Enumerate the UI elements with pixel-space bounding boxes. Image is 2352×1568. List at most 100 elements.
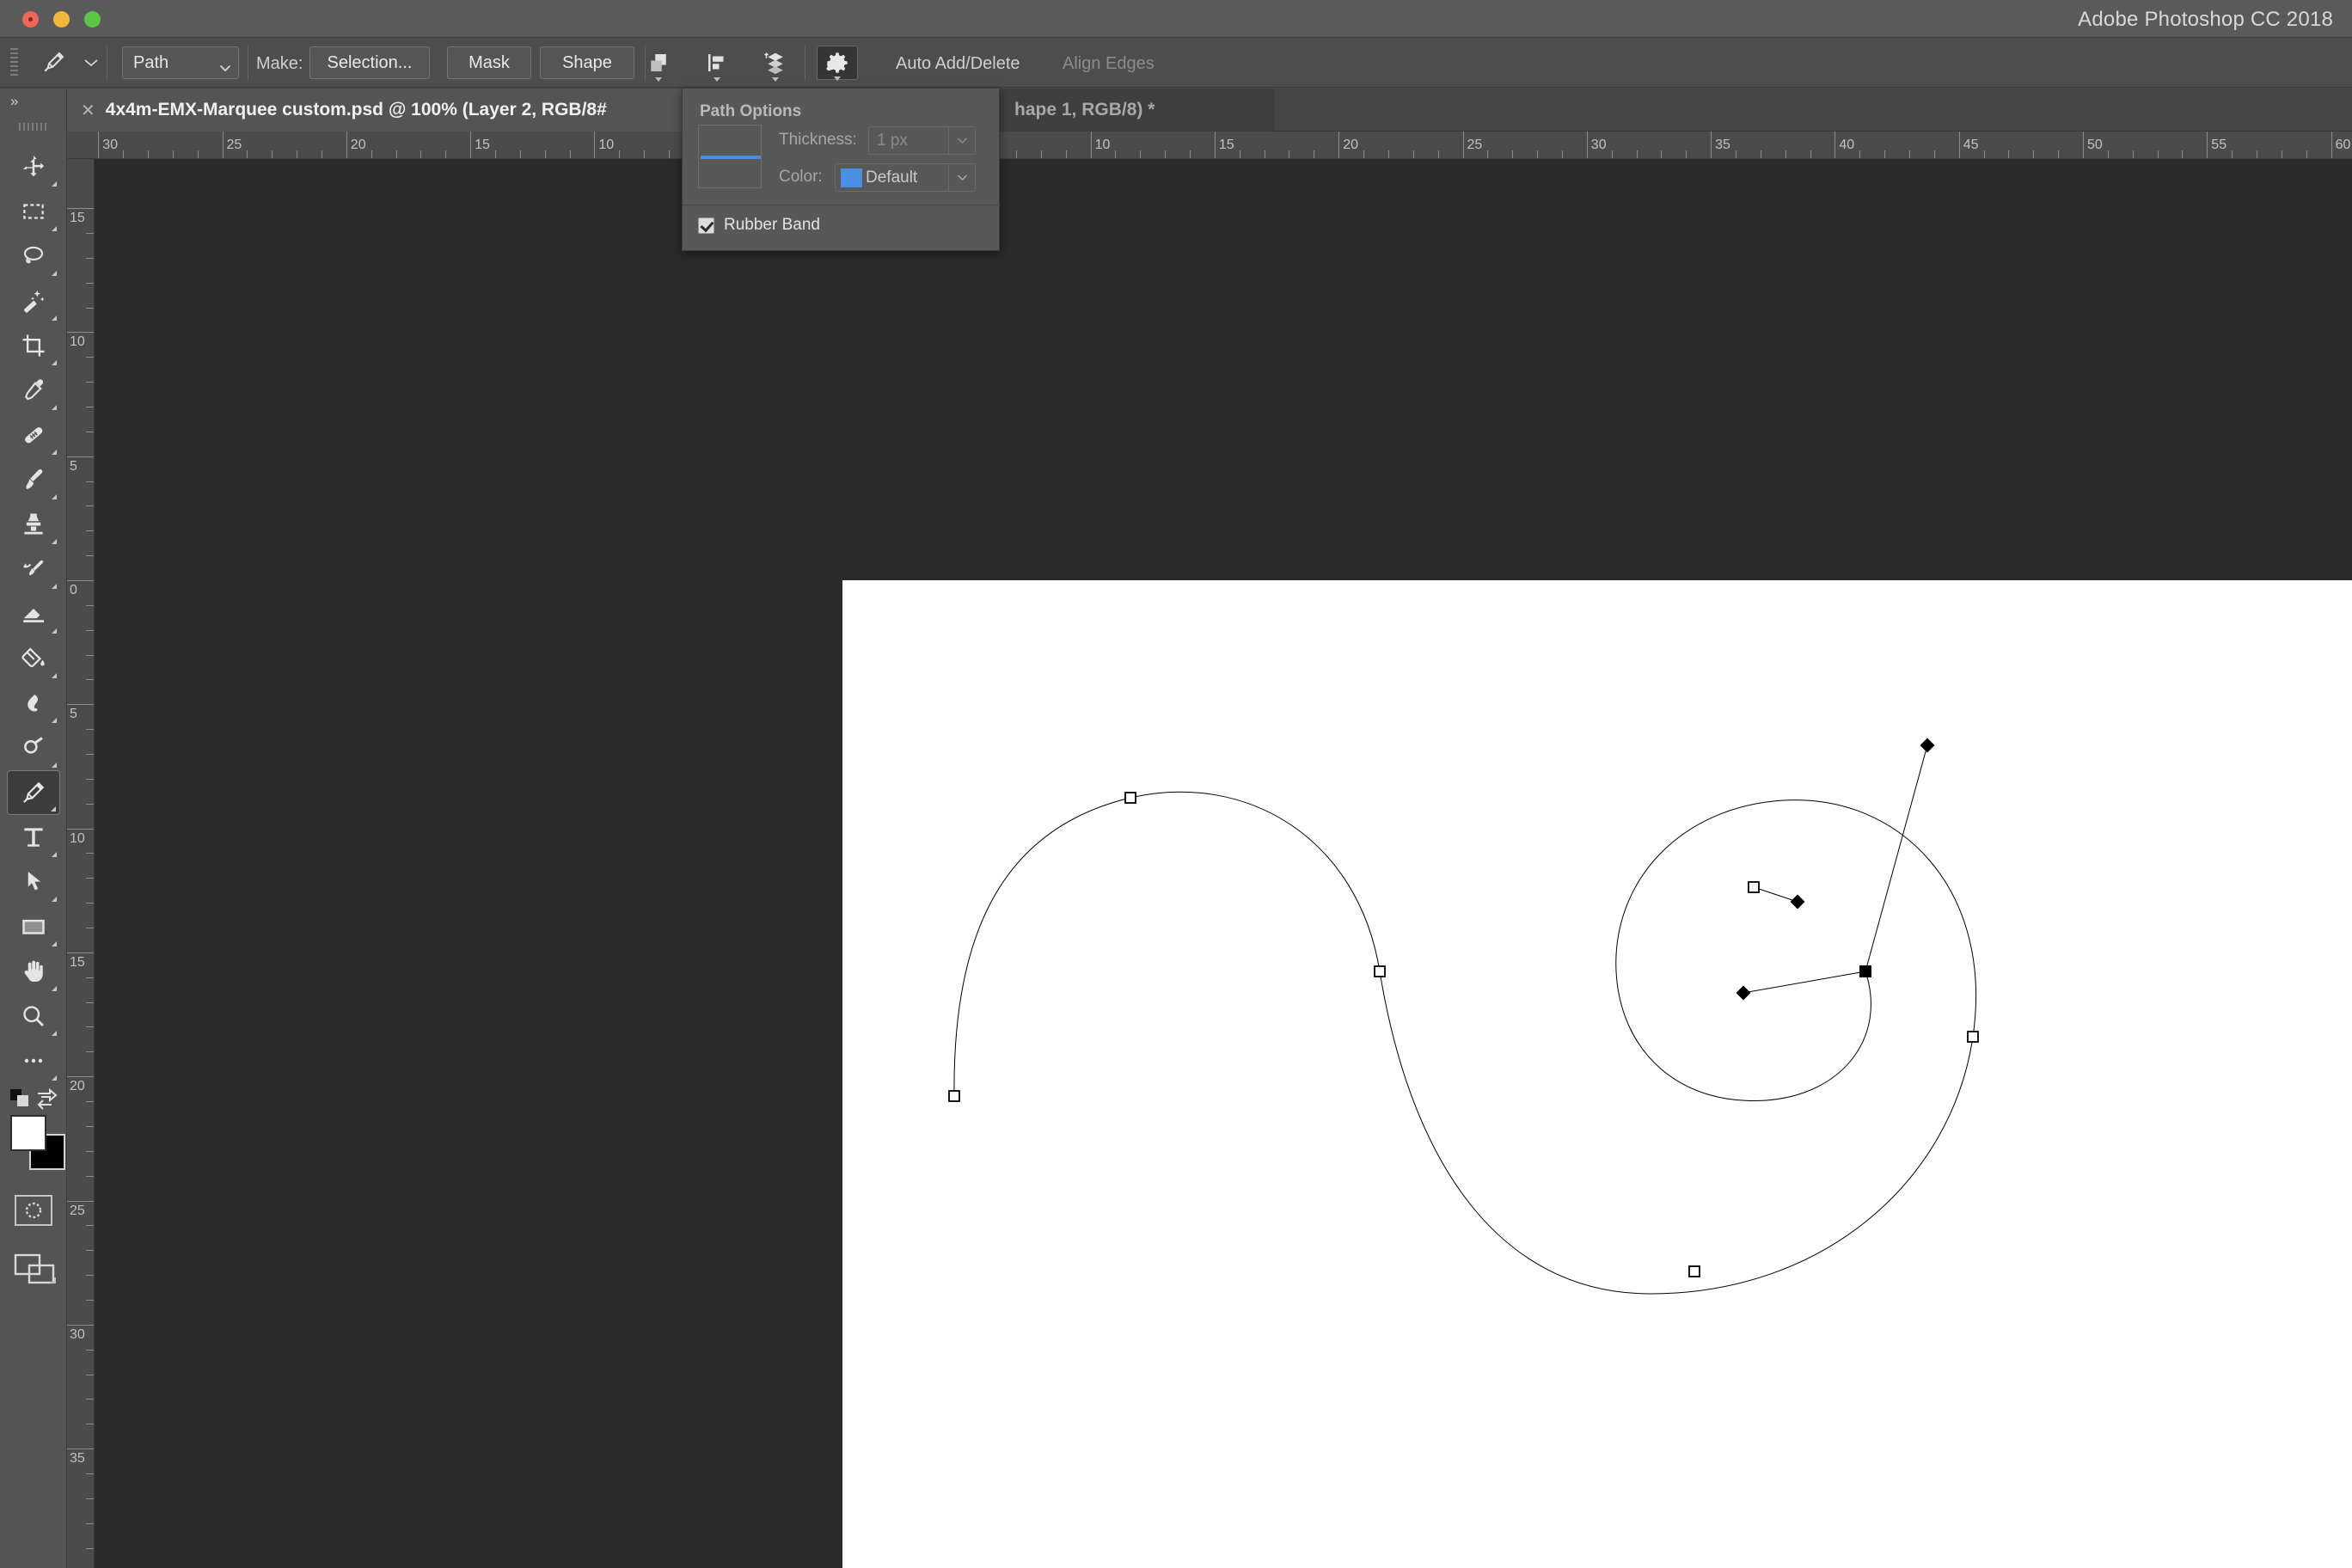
preview-line [701,156,761,159]
ruler-h-label: 50 [2087,138,2103,152]
pen-tool[interactable] [7,770,60,815]
hand-tool[interactable] [7,949,60,994]
type-tool[interactable] [7,815,60,860]
tool-expand-triangle-icon [52,584,57,589]
path-options-gear-icon[interactable] [817,46,858,81]
zoom-tool[interactable] [7,994,60,1038]
default-colors-icon[interactable] [9,1087,34,1110]
tools-panel-grip[interactable] [19,123,48,131]
ruler-h-label: 10 [1094,138,1111,152]
ruler-h-label: 25 [226,138,242,152]
thickness-value: 1 px [877,131,908,150]
document-tab-2[interactable]: hape 1, RGB/8) * [999,89,1274,132]
options-bar: Path Make: Selection... Mask Shape Auto … [0,38,2352,107]
foreground-color-swatch[interactable] [10,1115,46,1151]
magic-wand-tool[interactable] [7,279,60,323]
path-operations-icon[interactable] [638,46,679,82]
path-anchor[interactable] [1688,1265,1700,1277]
path-anchor[interactable] [1967,1031,1979,1043]
tool-expand-triangle-icon [52,673,57,678]
vertical-ruler[interactable]: 15 10 5 0 5 10 15 20 25 30 35 [67,159,95,1568]
tool-expand-triangle-icon [52,941,57,946]
pen-path-overlay[interactable] [842,580,2352,1568]
eraser-tool[interactable] [7,591,60,636]
eyedropper-tool[interactable] [7,368,60,413]
tool-expand-triangle-icon [52,181,57,187]
make-shape-button[interactable]: Shape [540,46,634,79]
application-title: Adobe Photoshop CC 2018 [2078,8,2333,31]
tool-expand-triangle-icon [52,897,57,902]
ruler-v-label: 0 [70,583,77,597]
path-arrangement-icon[interactable] [755,46,796,82]
edit-toolbar-icon[interactable] [7,1038,60,1083]
horizontal-ruler[interactable]: 30252015105051015202530354045505560 [67,132,2352,159]
tool-expand-triangle-icon [52,763,57,768]
lasso-tool[interactable] [7,234,60,279]
path-anchor[interactable] [1374,965,1386,977]
brush-tool[interactable] [7,457,60,502]
path-options-popup[interactable]: Path Options Thickness: 1 px Color: Defa… [682,88,1001,251]
window-minimize-button[interactable] [53,11,70,28]
ruler-v-label: 5 [70,707,77,722]
path-operations-caret-icon [655,77,662,82]
window-title-bar: Adobe Photoshop CC 2018 [0,0,2352,38]
path-anchor[interactable] [1124,792,1136,804]
rubber-band-checkbox[interactable] [698,217,714,234]
path-options-title: Path Options [700,102,802,120]
tool-expand-triangle-icon [52,539,57,544]
ruler-h-label: 40 [1839,138,1855,152]
make-selection-button[interactable]: Selection... [309,46,430,79]
tool-mode-select[interactable]: Path [122,46,239,79]
make-mask-button[interactable]: Mask [447,46,531,79]
color-field[interactable]: Default [835,163,976,192]
ruler-h-label: 35 [1715,138,1730,152]
tool-expand-triangle-icon [52,315,57,321]
align-edges-label: Align Edges [1063,54,1155,73]
window-maximize-button[interactable] [84,11,101,28]
move-tool[interactable] [7,144,60,189]
close-icon[interactable]: ✕ [81,100,95,121]
path-direction-handle[interactable] [1920,738,1935,753]
color-swatch[interactable] [841,168,862,187]
rectangular-marquee-tool[interactable] [7,189,60,234]
pen-tool-icon[interactable] [33,46,74,80]
crop-tool[interactable] [7,323,60,368]
clone-stamp-tool[interactable] [7,502,60,547]
document-tab-bar: ✕ 4x4m-EMX-Marquee custom.psd @ 100% (La… [67,89,2352,132]
path-selection-tool[interactable] [7,860,60,904]
swap-colors-icon[interactable] [34,1087,58,1110]
canvas-work-area[interactable] [95,159,2352,1568]
expand-panels-button[interactable]: » [0,89,67,114]
tool-expand-triangle-icon [51,806,56,812]
path-alignment-caret-icon [714,77,720,82]
dodge-tool[interactable] [7,726,60,770]
paint-bucket-tool[interactable] [7,636,60,681]
ruler-h-label: 45 [1963,138,1979,152]
tool-preset-chevron-down-icon[interactable] [70,46,112,80]
quick-mask-icon[interactable] [15,1195,52,1226]
path-anchor[interactable] [948,1090,960,1102]
path-arrangement-caret-icon [772,77,779,82]
blur-tool[interactable] [7,681,60,726]
document-canvas[interactable] [842,580,2352,1568]
ruler-v-label: 30 [70,1326,85,1342]
color-chevron-down-icon [948,163,975,192]
gear-caret-icon [834,77,841,81]
color-swatches [7,1087,65,1182]
options-bar-grip[interactable] [10,48,18,77]
path-anchor[interactable] [1748,881,1760,893]
tool-expand-triangle-icon [52,852,57,857]
window-close-button[interactable] [22,11,39,28]
ruler-h-label: 30 [1590,138,1607,152]
healing-brush-tool[interactable] [7,413,60,457]
path-direction-handle[interactable] [1790,894,1805,910]
tool-expand-triangle-icon [52,1031,57,1036]
history-brush-tool[interactable] [7,547,60,591]
ruler-h-label: 55 [2211,138,2227,152]
path-direction-handle[interactable] [1736,985,1751,1001]
path-alignment-icon[interactable] [696,46,738,82]
color-label: Color: [779,168,823,186]
path-anchor-selected[interactable] [1859,965,1871,977]
screen-mode-icon[interactable] [12,1248,57,1288]
rectangle-tool[interactable] [7,904,60,949]
